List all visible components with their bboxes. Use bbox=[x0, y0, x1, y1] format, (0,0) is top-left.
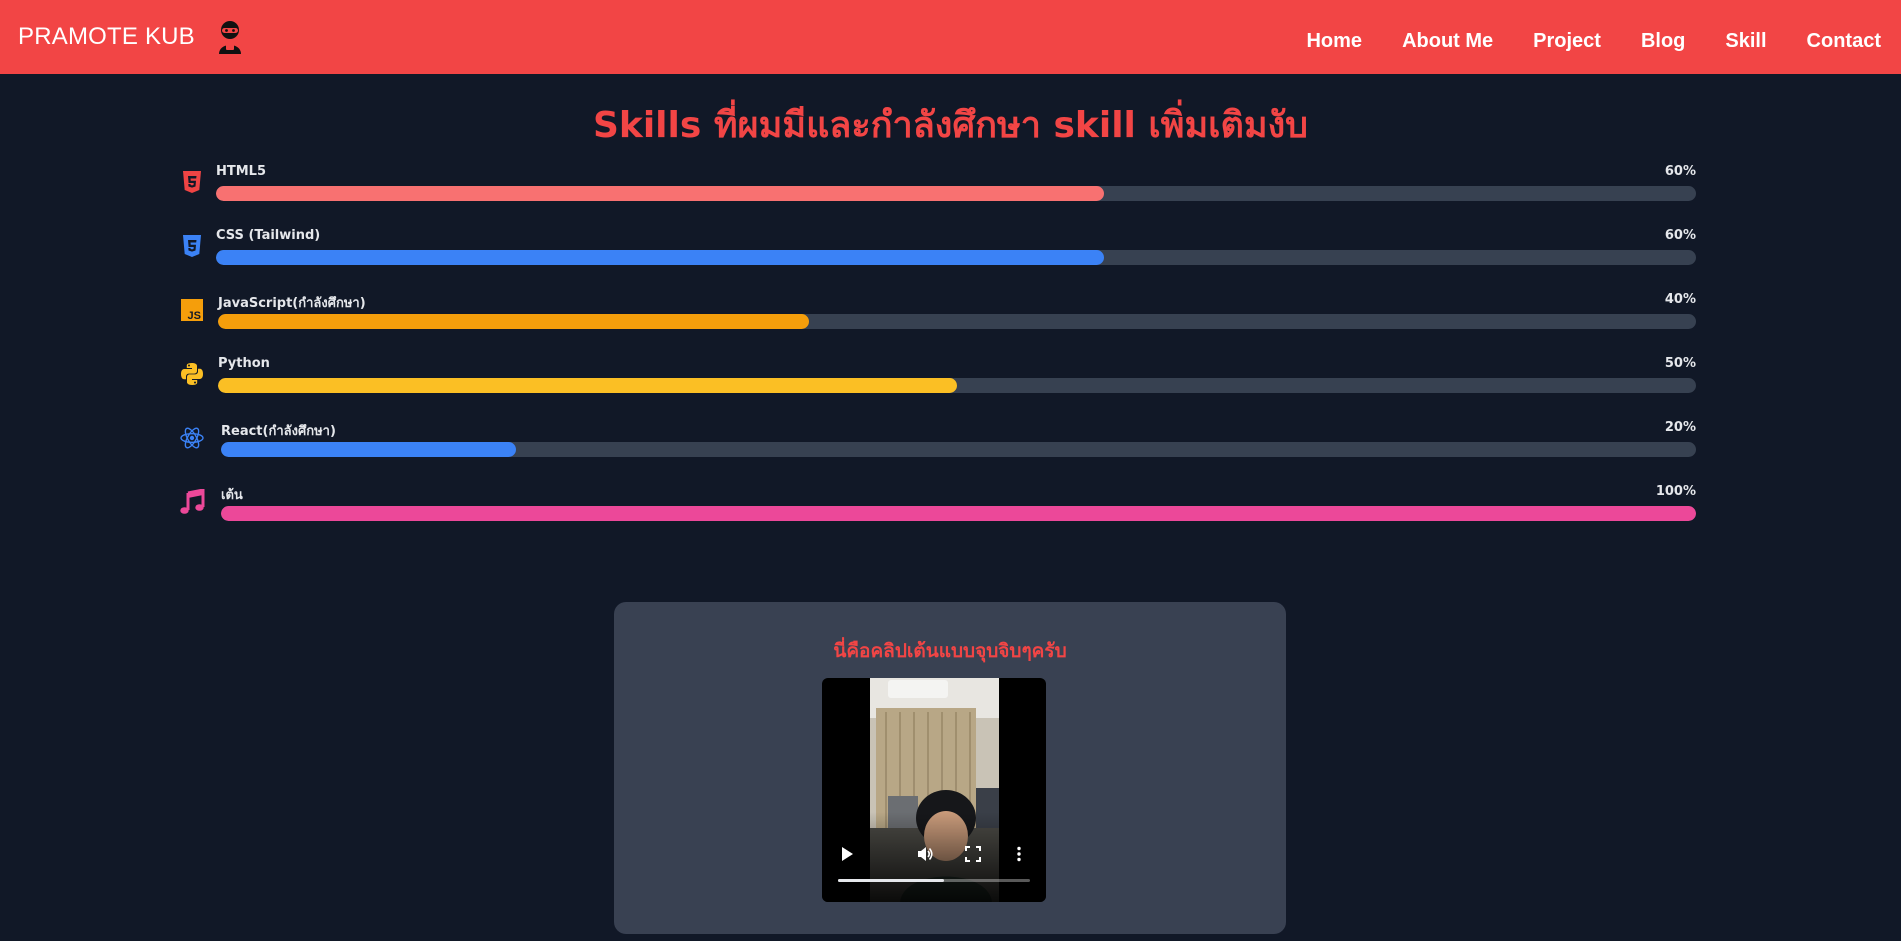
nav-contact[interactable]: Contact bbox=[1807, 30, 1881, 53]
progress-fill bbox=[216, 250, 1104, 265]
progress-track bbox=[218, 314, 1696, 329]
skill-css: CSS (Tailwind) 60% bbox=[178, 224, 1718, 280]
skill-percent: 100% bbox=[1655, 484, 1696, 499]
skill-name: React(กำลังศึกษา) bbox=[221, 424, 336, 439]
seek-progress bbox=[838, 879, 944, 882]
brand-name: PRAMOTE KUB bbox=[18, 23, 195, 50]
skill-percent: 40% bbox=[1664, 292, 1696, 307]
skill-html5: HTML5 60% bbox=[178, 160, 1718, 216]
react-icon bbox=[178, 424, 206, 452]
progress-fill bbox=[218, 314, 810, 329]
python-icon bbox=[178, 360, 206, 388]
css3-icon bbox=[178, 232, 206, 260]
skill-react: React(กำลังศึกษา) 20% bbox=[178, 416, 1718, 472]
skill-dance: เต้น 100% bbox=[178, 480, 1718, 536]
fullscreen-icon[interactable] bbox=[965, 846, 981, 866]
controls-overlay bbox=[822, 812, 1046, 902]
progress-fill bbox=[221, 442, 516, 457]
skills-title: Skills ที่ผมมีและกำลังศึกษา skill เพิ่มเ… bbox=[592, 105, 1309, 146]
nav-skill[interactable]: Skill bbox=[1725, 30, 1766, 53]
progress-track bbox=[221, 506, 1696, 521]
nav-home[interactable]: Home bbox=[1306, 30, 1362, 53]
navbar: PRAMOTE KUB Home About Me Project Blog S… bbox=[0, 0, 1901, 74]
progress-fill bbox=[221, 506, 1696, 521]
ninja-avatar-icon bbox=[215, 20, 245, 54]
nav-project[interactable]: Project bbox=[1533, 30, 1601, 53]
more-options-icon[interactable] bbox=[1016, 846, 1022, 866]
skill-percent: 20% bbox=[1664, 420, 1696, 435]
video-card: นี่คือคลิปเต้นแบบจุบจิบๆครับ bbox=[614, 602, 1286, 934]
javascript-icon: JS bbox=[178, 296, 206, 324]
nav-links: Home About Me Project Blog Skill Contact bbox=[1266, 30, 1881, 53]
html5-icon bbox=[178, 168, 206, 196]
music-note-icon bbox=[178, 488, 206, 516]
skill-name: HTML5 bbox=[216, 164, 267, 179]
volume-icon[interactable] bbox=[916, 845, 934, 867]
dance-video[interactable] bbox=[822, 678, 1046, 902]
nav-about-me[interactable]: About Me bbox=[1402, 30, 1493, 53]
progress-track bbox=[218, 378, 1696, 393]
skill-name: Python bbox=[218, 356, 270, 371]
skill-percent: 60% bbox=[1664, 164, 1696, 179]
skill-name: CSS (Tailwind) bbox=[216, 228, 321, 243]
nav-blog[interactable]: Blog bbox=[1641, 30, 1685, 53]
skill-name: JavaScript(กำลังศึกษา) bbox=[218, 296, 366, 311]
video-caption: นี่คือคลิปเต้นแบบจุบจิบๆครับ bbox=[833, 640, 1067, 662]
skill-name: เต้น bbox=[221, 488, 243, 503]
seek-bar[interactable] bbox=[838, 879, 1030, 882]
progress-track bbox=[216, 186, 1696, 201]
play-icon[interactable] bbox=[840, 846, 854, 866]
svg-text:JS: JS bbox=[188, 310, 201, 321]
progress-fill bbox=[218, 378, 957, 393]
skill-percent: 60% bbox=[1664, 228, 1696, 243]
progress-track bbox=[216, 250, 1696, 265]
skill-javascript: JS JavaScript(กำลังศึกษา) 40% bbox=[178, 288, 1718, 344]
progress-fill bbox=[216, 186, 1104, 201]
progress-track bbox=[221, 442, 1696, 457]
brand[interactable]: PRAMOTE KUB bbox=[18, 20, 245, 54]
skill-python: Python 50% bbox=[178, 352, 1718, 408]
skill-percent: 50% bbox=[1664, 356, 1696, 371]
